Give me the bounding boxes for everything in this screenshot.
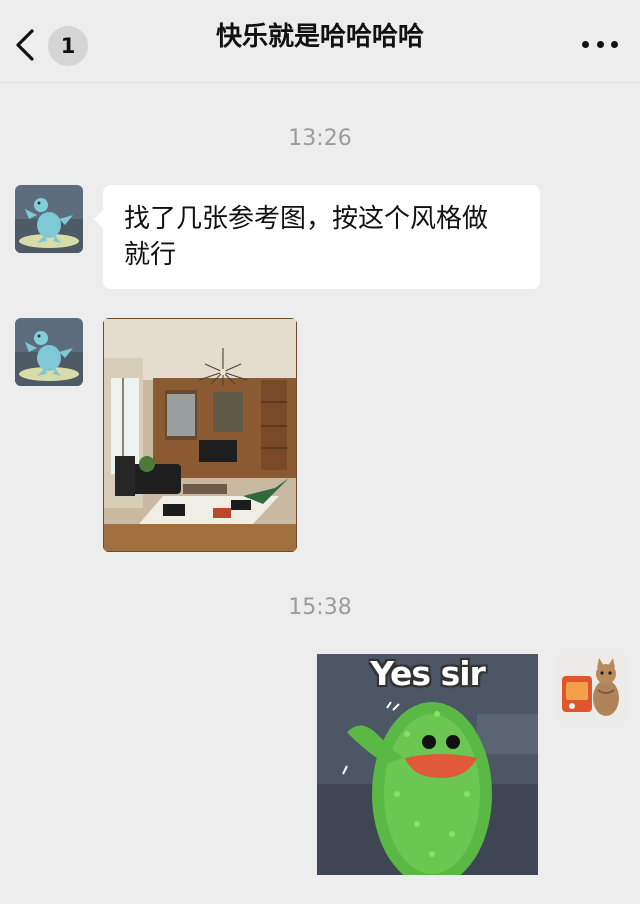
- more-options-button[interactable]: [582, 36, 618, 52]
- chat-title: 快乐就是哈哈哈哈: [215, 22, 424, 52]
- living-room-photo[interactable]: [103, 318, 297, 552]
- sticker-caption: Yes sir: [370, 654, 486, 693]
- turtle-avatar[interactable]: [15, 185, 83, 253]
- cat-avatar[interactable]: [558, 654, 626, 722]
- chat-header: 1 快乐就是哈哈哈哈: [0, 0, 640, 83]
- message-timestamp: 13:26: [288, 126, 352, 151]
- message-text-line: 找了几张参考图，按这个风格做: [124, 204, 489, 234]
- yes-sir-sticker[interactable]: Yes sir: [317, 654, 538, 875]
- more-dots-icon: [582, 40, 589, 48]
- turtle-avatar[interactable]: [15, 318, 83, 386]
- text-message-bubble[interactable]: 找了几张参考图，按这个风格做 就行: [94, 185, 540, 289]
- message-timestamp: 15:38: [288, 595, 352, 620]
- message-text-line: 就行: [124, 240, 177, 270]
